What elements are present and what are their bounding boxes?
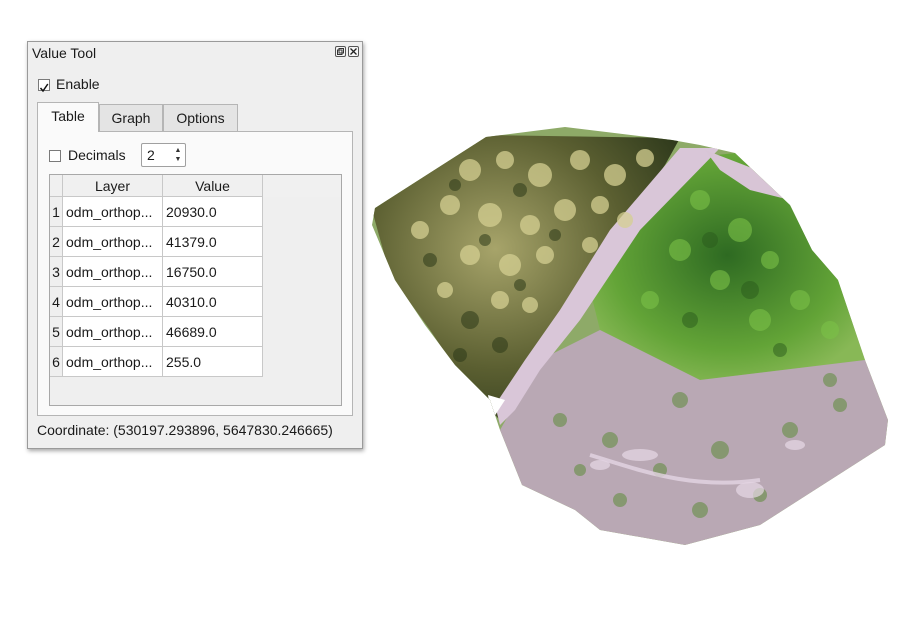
checkmark-icon [39, 83, 49, 93]
table-row[interactable]: 2 odm_orthop... 41379.0 [50, 227, 263, 257]
table-row[interactable]: 4 odm_orthop... 40310.0 [50, 287, 263, 317]
row-number[interactable]: 2 [50, 227, 63, 257]
value-tool-panel: Value Tool Enable Table Graph Options De… [27, 41, 363, 449]
table-row[interactable]: 3 odm_orthop... 16750.0 [50, 257, 263, 287]
value-cell[interactable]: 46689.0 [163, 317, 263, 347]
column-header-value[interactable]: Value [163, 175, 263, 197]
row-number[interactable]: 3 [50, 257, 63, 287]
table-row[interactable]: 5 odm_orthop... 46689.0 [50, 317, 263, 347]
value-cell[interactable]: 41379.0 [163, 227, 263, 257]
spin-up-arrow-icon[interactable]: ▲ [173, 146, 183, 155]
value-cell[interactable]: 40310.0 [163, 287, 263, 317]
value-cell[interactable]: 20930.0 [163, 197, 263, 227]
column-header-layer[interactable]: Layer [63, 175, 163, 197]
values-table: Layer Value 1 odm_orthop... 20930.0 2 odm_or… [49, 174, 342, 406]
row-number[interactable]: 6 [50, 347, 63, 377]
spin-down-arrow-icon[interactable]: ▼ [173, 155, 183, 164]
tab-options[interactable]: Options [163, 104, 238, 131]
tab-graph-label: Graph [111, 110, 151, 126]
decimals-checkbox[interactable] [49, 150, 61, 162]
header-corner [50, 175, 63, 197]
layer-cell[interactable]: odm_orthop... [63, 347, 163, 377]
decimals-label: Decimals [68, 147, 126, 163]
panel-title: Value Tool [32, 45, 97, 61]
row-number[interactable]: 4 [50, 287, 63, 317]
layer-cell[interactable]: odm_orthop... [63, 317, 163, 347]
layer-cell[interactable]: odm_orthop... [63, 287, 163, 317]
value-cell[interactable]: 16750.0 [163, 257, 263, 287]
row-number[interactable]: 1 [50, 197, 63, 227]
table-row[interactable]: 6 odm_orthop... 255.0 [50, 347, 263, 377]
layer-cell[interactable]: odm_orthop... [63, 257, 163, 287]
enable-label: Enable [56, 76, 100, 92]
tab-graph[interactable]: Graph [99, 104, 163, 131]
value-cell[interactable]: 255.0 [163, 347, 263, 377]
row-number[interactable]: 5 [50, 317, 63, 347]
tab-options-label: Options [176, 110, 225, 126]
layer-cell[interactable]: odm_orthop... [63, 197, 163, 227]
decimals-value: 2 [147, 147, 155, 163]
coordinate-readout: Coordinate: (530197.293896, 5647830.2466… [37, 422, 333, 438]
layer-cell[interactable]: odm_orthop... [63, 227, 163, 257]
table-tab-pane: Decimals 2 ▲ ▼ Layer Value 1 odm_orthop..… [37, 131, 353, 416]
tab-table[interactable]: Table [37, 102, 99, 132]
panel-titlebar[interactable]: Value Tool [28, 42, 362, 64]
enable-checkbox[interactable] [38, 79, 50, 93]
tab-table-label: Table [51, 108, 85, 124]
float-window-icon[interactable] [335, 46, 346, 57]
orthophoto-raster [372, 127, 888, 545]
close-icon[interactable] [348, 46, 359, 57]
table-header: Layer Value [50, 175, 341, 197]
decimals-spinbox[interactable]: 2 ▲ ▼ [141, 143, 186, 167]
table-row[interactable]: 1 odm_orthop... 20930.0 [50, 197, 263, 227]
